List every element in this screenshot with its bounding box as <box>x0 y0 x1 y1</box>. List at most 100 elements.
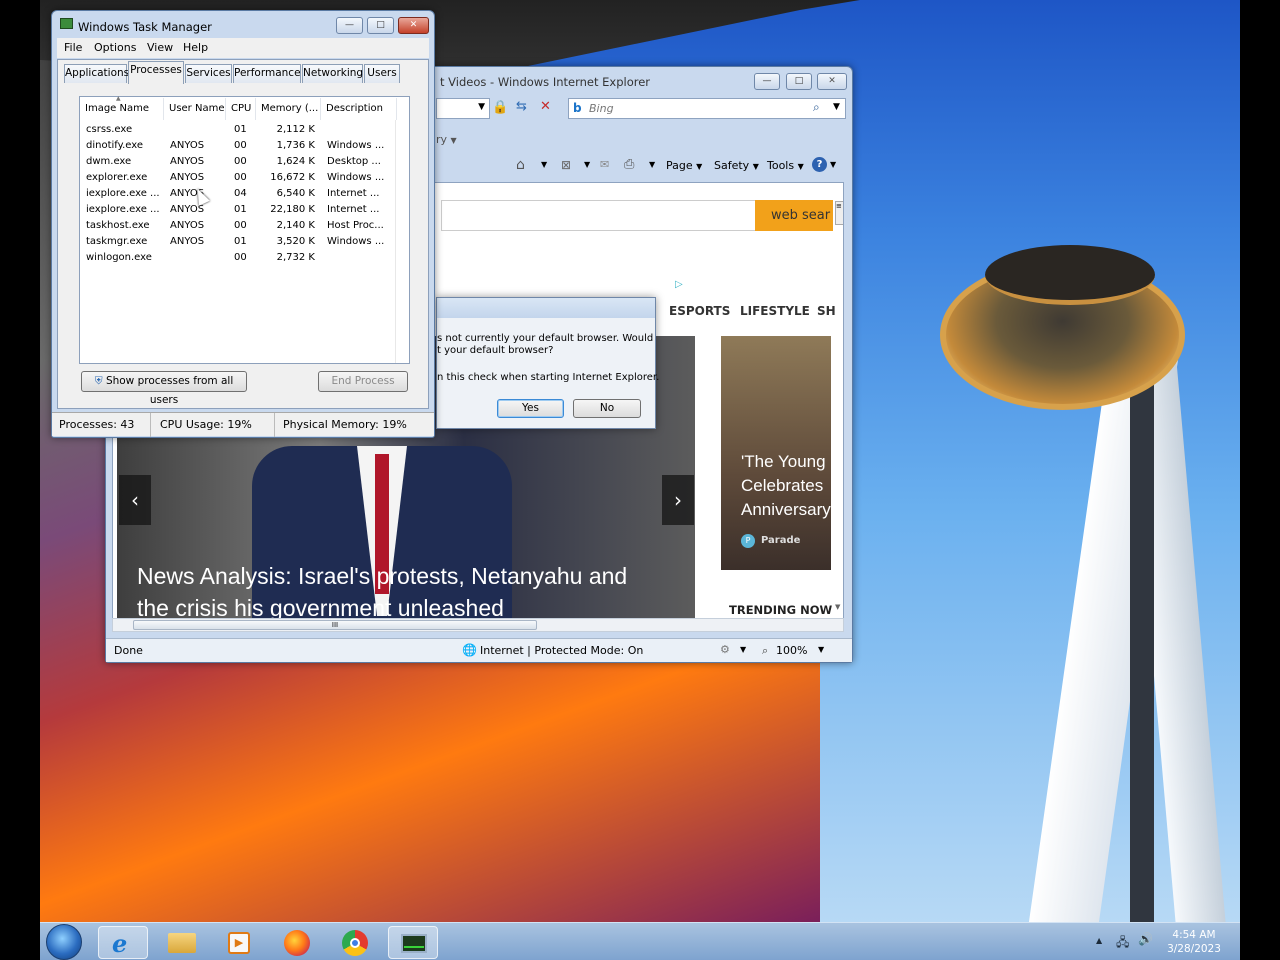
process-row[interactable]: dwm.exe ANYOS 00 1,624 K Desktop ... <box>80 154 409 170</box>
close-button[interactable]: ✕ <box>817 73 847 90</box>
process-cpu: 01 <box>234 236 247 247</box>
shield-icon: ⛨ <box>94 375 103 387</box>
process-desc: Windows ... <box>327 236 385 247</box>
process-image: explorer.exe <box>86 172 148 183</box>
process-row[interactable]: taskmgr.exe ANYOS 01 3,520 K Windows ... <box>80 234 409 250</box>
dialog-message-line1: s not currently your default browser. Wo… <box>437 333 654 344</box>
yes-button[interactable]: Yes <box>497 399 564 418</box>
read-mail-icon[interactable]: ✉ <box>600 158 609 171</box>
nav-link-lifestyle[interactable]: LIFESTYLE <box>740 304 810 318</box>
chevron-down-icon[interactable]: ▼ <box>541 160 547 169</box>
tab-users[interactable]: Users <box>364 64 400 83</box>
chevron-down-icon[interactable]: ▼ <box>833 102 840 112</box>
maximize-button[interactable]: □ <box>786 73 812 90</box>
protected-mode-icon[interactable]: ⚙ <box>720 643 730 656</box>
horizontal-scrollbar[interactable]: III <box>112 618 844 632</box>
minimize-button[interactable]: — <box>754 73 780 90</box>
network-icon[interactable]: 🖧 <box>1116 933 1129 954</box>
carousel-next-button[interactable]: › <box>662 475 694 525</box>
wallpaper-tower-top <box>985 245 1155 305</box>
tab-performance[interactable]: Performance <box>233 64 301 83</box>
column-memory[interactable]: Memory (... <box>256 98 321 120</box>
page-search-input[interactable] <box>441 200 757 231</box>
scrollbar-thumb[interactable]: III <box>133 620 537 630</box>
side-story-source: Parade <box>761 535 801 546</box>
search-box[interactable]: b Bing ⌕ ▼ <box>568 98 846 119</box>
media-player-icon[interactable]: ▶ <box>214 926 264 959</box>
feeds-icon[interactable]: ⊠ <box>561 158 571 172</box>
process-row[interactable]: dinotify.exe ANYOS 00 1,736 K Windows ... <box>80 138 409 154</box>
internet-explorer-icon[interactable]: e <box>98 926 148 959</box>
search-icon[interactable]: ⌕ <box>813 100 820 115</box>
menu-file[interactable]: File <box>64 41 82 54</box>
lock-icon[interactable]: 🔒 <box>492 100 508 115</box>
chrome-icon[interactable] <box>330 926 380 959</box>
process-row[interactable]: iexplore.exe ... ANYOS 04 6,540 K Internet .… <box>80 186 409 202</box>
chevron-down-icon[interactable]: ▼ <box>584 160 590 169</box>
stop-icon[interactable]: ✕ <box>540 99 551 114</box>
side-story-card[interactable]: 'The Young Celebrates Anniversary P Para… <box>721 336 831 570</box>
address-bar[interactable]: ▼ <box>436 98 490 119</box>
nav-link-shopping[interactable]: SH <box>817 304 836 318</box>
chevron-down-icon[interactable]: ▼ <box>649 160 655 169</box>
tools-menu[interactable]: Tools ▼ <box>767 159 804 172</box>
ad-choices-icon[interactable]: ▷ <box>675 279 683 290</box>
chevron-down-icon[interactable]: ▼ <box>478 102 485 112</box>
chevron-down-icon[interactable]: ▼ <box>818 645 824 654</box>
clock[interactable]: 4:54 AM 3/28/2023 <box>1158 928 1230 956</box>
scroll-down-icon[interactable]: ▼ <box>835 603 840 611</box>
tab-networking[interactable]: Networking <box>302 64 363 83</box>
menu-help[interactable]: Help <box>183 41 208 54</box>
column-description[interactable]: Description <box>321 98 397 120</box>
task-manager-icon[interactable] <box>388 926 438 959</box>
scrollbar-thumb[interactable]: ≡ <box>835 201 843 225</box>
process-row[interactable]: taskhost.exe ANYOS 00 2,140 K Host Proc... <box>80 218 409 234</box>
status-zone[interactable]: Internet | Protected Mode: On <box>480 644 643 657</box>
process-list[interactable]: Image Name User Name CPU Memory (... Des… <box>79 95 410 364</box>
process-row[interactable]: iexplore.exe ... ANYOS 01 22,180 K Internet … <box>80 202 409 218</box>
process-user: ANYOS <box>170 220 205 231</box>
show-hidden-icons-icon[interactable]: ▲ <box>1096 936 1102 945</box>
nav-link-esports[interactable]: ESPORTS <box>669 304 730 318</box>
carousel-prev-button[interactable]: ‹ <box>119 475 151 525</box>
close-button[interactable]: ✕ <box>398 17 429 34</box>
help-icon[interactable]: ? <box>812 157 827 172</box>
menu-options[interactable]: Options <box>94 41 136 54</box>
task-manager-window[interactable]: Windows Task Manager — □ ✕ File Options … <box>51 10 435 438</box>
minimize-button[interactable]: — <box>336 17 363 34</box>
chevron-down-icon[interactable]: ▼ <box>830 160 836 169</box>
windows-explorer-icon[interactable] <box>156 926 206 959</box>
zoom-icon[interactable]: ⌕ <box>762 644 768 658</box>
home-icon[interactable]: ⌂ <box>516 157 525 173</box>
tab-processes[interactable]: Processes <box>128 61 184 84</box>
tab-services[interactable]: Services <box>185 64 232 83</box>
process-row[interactable]: winlogon.exe 00 2,732 K <box>80 250 409 266</box>
menu-view[interactable]: View <box>147 41 173 54</box>
column-user-name[interactable]: User Name <box>164 98 226 120</box>
default-browser-dialog[interactable]: s not currently your default browser. Wo… <box>436 297 659 429</box>
start-orb-icon[interactable] <box>46 924 82 960</box>
process-row[interactable]: explorer.exe ANYOS 00 16,672 K Windows ... <box>80 170 409 186</box>
tab-applications[interactable]: Applications <box>64 64 129 83</box>
volume-icon[interactable]: 🔊 <box>1138 932 1153 946</box>
maximize-button[interactable]: □ <box>367 17 394 34</box>
web-search-button[interactable]: web sear <box>755 200 833 231</box>
safety-label: Safety <box>714 159 750 172</box>
dialog-checkbox-label[interactable]: n this check when starting Internet Expl… <box>437 372 659 383</box>
zoom-level[interactable]: 100% <box>776 644 807 657</box>
process-row[interactable]: csrss.exe 01 2,112 K <box>80 122 409 138</box>
page-menu[interactable]: Page ▼ <box>666 159 702 172</box>
end-process-button[interactable]: End Process <box>318 371 408 392</box>
column-image-name[interactable]: Image Name <box>80 98 164 120</box>
safety-menu[interactable]: Safety ▼ <box>714 159 759 172</box>
chevron-down-icon[interactable]: ▼ <box>740 645 746 654</box>
print-icon[interactable]: ⎙ <box>624 157 634 172</box>
no-button[interactable]: No <box>573 399 641 418</box>
vertical-scrollbar[interactable] <box>395 120 409 363</box>
refresh-icon[interactable]: ⇆ <box>516 99 527 114</box>
firefox-icon[interactable] <box>272 926 322 959</box>
column-cpu[interactable]: CPU <box>226 98 256 120</box>
show-all-processes-button[interactable]: ⛨ Show processes from all users <box>81 371 247 406</box>
favorites-fragment[interactable]: ry ▼ <box>436 133 457 146</box>
hero-headline[interactable]: News Analysis: Israel's protests, Netany… <box>137 560 657 619</box>
